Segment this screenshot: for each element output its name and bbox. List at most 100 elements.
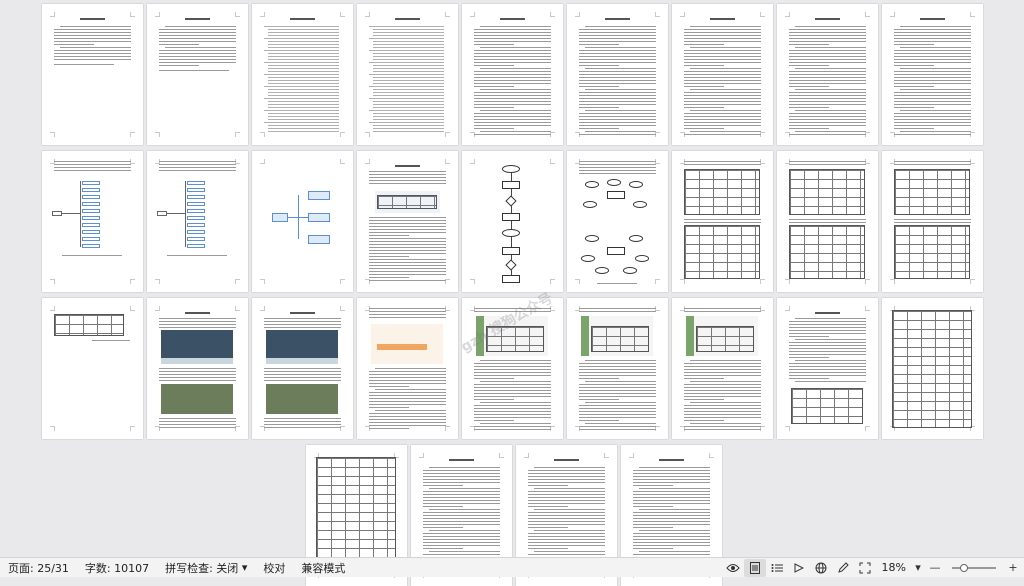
fit-page-icon[interactable]: [854, 559, 876, 577]
text-line: [159, 371, 236, 372]
text-line: [423, 470, 500, 471]
text-line: [894, 83, 971, 84]
text-line: [528, 506, 568, 507]
toc-entry: [268, 47, 339, 48]
page-thumbnail-6[interactable]: [567, 4, 668, 145]
text-line: [684, 98, 761, 99]
text-line: [789, 125, 866, 126]
eye-protection-icon[interactable]: [722, 559, 744, 577]
text-line: [528, 539, 605, 540]
flow-node: [502, 213, 520, 221]
er-attribute: [585, 181, 599, 188]
text-line: [369, 401, 446, 402]
text-line: [789, 354, 866, 355]
keywords-line: [159, 70, 229, 71]
text-line: [264, 418, 341, 419]
page-corner-mark: [365, 12, 370, 17]
proofread-button[interactable]: 校对: [255, 560, 293, 576]
er-attribute: [633, 201, 647, 208]
text-line: [159, 327, 236, 328]
toc-entry: [373, 101, 444, 102]
page-thumbnail-11[interactable]: [147, 151, 248, 292]
play-icon[interactable]: [788, 559, 810, 577]
page-thumbnail-8[interactable]: [777, 4, 878, 145]
text-line: [369, 232, 446, 233]
text-line: [474, 101, 551, 102]
text-line: [369, 180, 446, 181]
page-corner-mark: [155, 132, 160, 137]
text-line: [690, 402, 761, 403]
text-line: [684, 128, 724, 129]
page-view-icon[interactable]: [743, 558, 766, 577]
page-thumbnail-14[interactable]: [462, 151, 563, 292]
page-thumbnail-27[interactable]: [882, 298, 983, 439]
page-thumbnail-20[interactable]: [147, 298, 248, 439]
text-line: [579, 378, 619, 379]
page-thumbnail-16[interactable]: [672, 151, 773, 292]
text-line: [264, 427, 341, 428]
page-thumbnail-5[interactable]: [462, 4, 563, 145]
text-line: [633, 536, 710, 537]
zoom-out-icon[interactable]: —: [924, 559, 946, 577]
tree-node: [187, 223, 205, 227]
text-line: [60, 26, 131, 27]
page-thumbnail-13[interactable]: [357, 151, 458, 292]
text-line: [579, 426, 656, 427]
page-corner-mark: [50, 12, 55, 17]
text-line: [534, 467, 605, 468]
page-thumbnail-9[interactable]: [882, 4, 983, 145]
figure-image: [161, 330, 233, 358]
page-thumbnail-21[interactable]: [252, 298, 353, 439]
toc-entry: [369, 122, 444, 123]
page-corner-mark: [655, 12, 660, 17]
flow-node: [502, 229, 520, 237]
text-line: [474, 65, 514, 66]
page-thumbnail-7[interactable]: [672, 4, 773, 145]
text-line: [423, 512, 500, 513]
document-page-grid[interactable]: [0, 0, 1024, 586]
text-line: [795, 381, 866, 382]
text-line: [633, 521, 710, 522]
page-indicator[interactable]: 页面: 25/31: [0, 560, 77, 576]
text-line: [789, 71, 866, 72]
outline-view-icon[interactable]: [766, 559, 788, 577]
toc-entry: [373, 29, 444, 30]
pen-icon[interactable]: [832, 559, 854, 577]
toc-entry: [373, 32, 444, 33]
text-line: [789, 65, 829, 66]
page-thumbnail-17[interactable]: [777, 151, 878, 292]
spell-check-toggle[interactable]: 拼写检查: 关闭 ▾: [157, 560, 255, 576]
page-thumbnail-18[interactable]: [882, 151, 983, 292]
word-count[interactable]: 字数: 10107: [77, 560, 157, 576]
web-layout-icon[interactable]: [810, 559, 832, 577]
page-thumbnail-26[interactable]: [777, 298, 878, 439]
page-corner-mark: [419, 453, 424, 458]
text-line: [474, 50, 551, 51]
page-thumbnail-19[interactable]: [42, 298, 143, 439]
page-thumbnail-4[interactable]: [357, 4, 458, 145]
page-thumbnail-15[interactable]: [567, 151, 668, 292]
chevron-down-icon[interactable]: ▾: [912, 559, 924, 577]
zoom-in-icon[interactable]: +: [1002, 559, 1024, 577]
page-thumbnail-22[interactable]: [357, 298, 458, 439]
page-thumbnail-1[interactable]: [42, 4, 143, 145]
text-line: [369, 262, 446, 263]
zoom-slider[interactable]: [952, 563, 996, 572]
page-thumbnail-10[interactable]: [42, 151, 143, 292]
text-line: [159, 324, 236, 325]
toc-entry: [268, 131, 339, 132]
text-line: [474, 122, 551, 123]
toc-entry: [268, 44, 339, 45]
page-thumbnail-24[interactable]: [567, 298, 668, 439]
page-thumbnail-2[interactable]: [147, 4, 248, 145]
text-line: [369, 383, 446, 384]
toc-entry: [369, 110, 444, 111]
page-thumbnail-3[interactable]: [252, 4, 353, 145]
page-corner-mark: [604, 453, 609, 458]
zoom-slider-knob[interactable]: [960, 563, 968, 572]
page-thumbnail-12[interactable]: [252, 151, 353, 292]
toc-entry: [268, 32, 339, 33]
zoom-level[interactable]: 18%: [876, 561, 912, 574]
page-thumbnail-25[interactable]: [672, 298, 773, 439]
text-line: [633, 500, 710, 501]
